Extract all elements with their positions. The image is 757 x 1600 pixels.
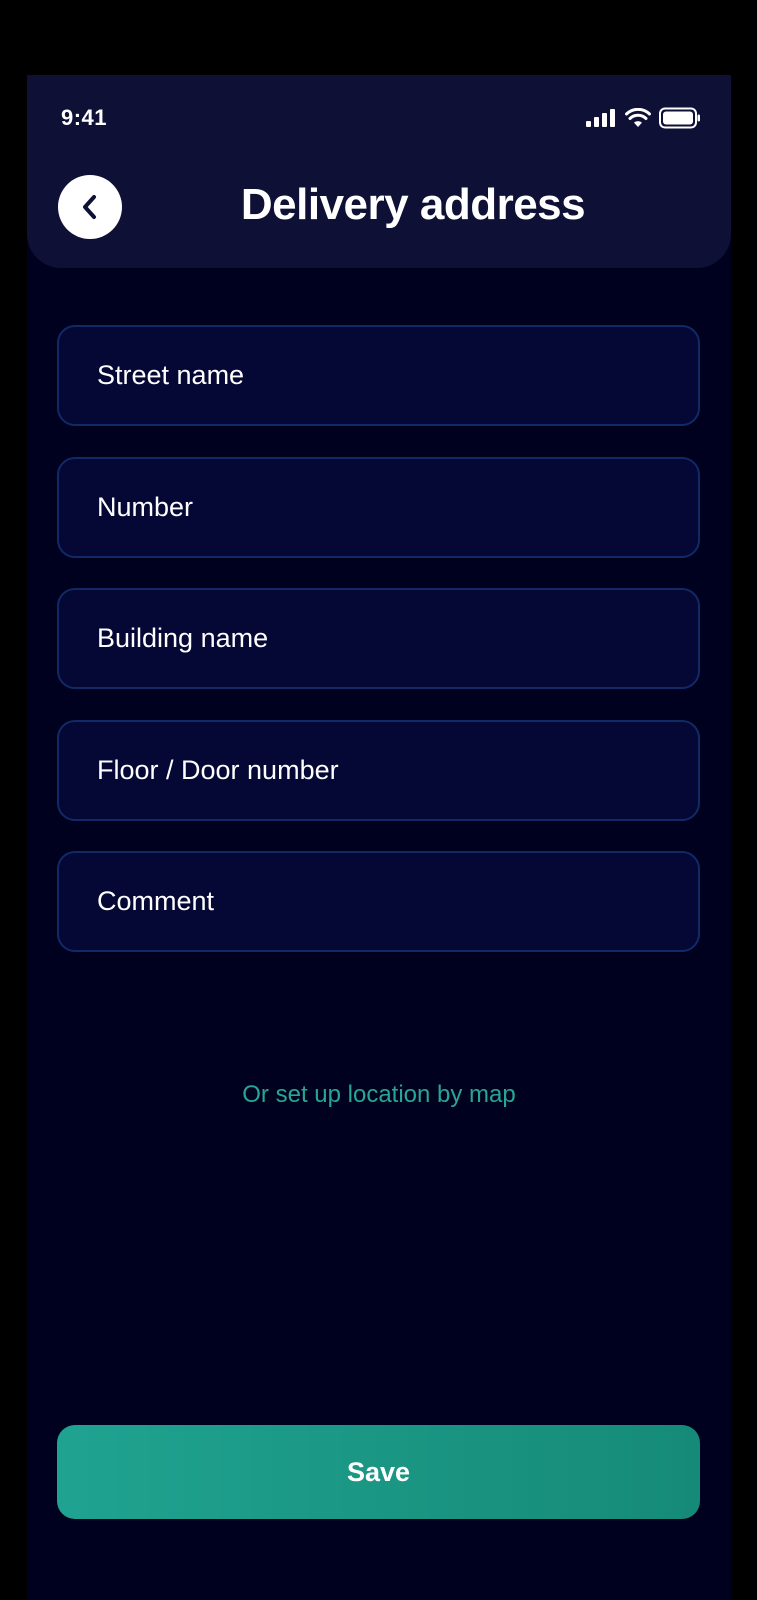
building-name-input[interactable] <box>59 590 698 687</box>
save-button[interactable]: Save <box>57 1425 700 1519</box>
number-field[interactable] <box>57 457 700 558</box>
comment-field[interactable] <box>57 851 700 952</box>
floor-door-input[interactable] <box>59 722 698 819</box>
number-input[interactable] <box>59 459 698 556</box>
map-location-link[interactable]: Or set up location by map <box>27 1081 731 1109</box>
comment-input[interactable] <box>59 853 698 950</box>
battery-icon <box>659 107 700 129</box>
page-title: Delivery address <box>240 180 586 229</box>
app-screen: 9:41 Delivery address Street name Number… <box>27 75 731 1600</box>
floor-door-field[interactable] <box>57 720 700 821</box>
building-name-field[interactable] <box>57 588 700 689</box>
wifi-icon <box>625 108 651 127</box>
signal-icon <box>586 109 615 127</box>
street-name-field[interactable] <box>57 325 700 426</box>
street-name-input[interactable] <box>59 327 698 424</box>
status-icons <box>585 107 701 129</box>
status-time: 9:41 <box>61 105 108 130</box>
header: 9:41 Delivery address <box>27 75 731 268</box>
